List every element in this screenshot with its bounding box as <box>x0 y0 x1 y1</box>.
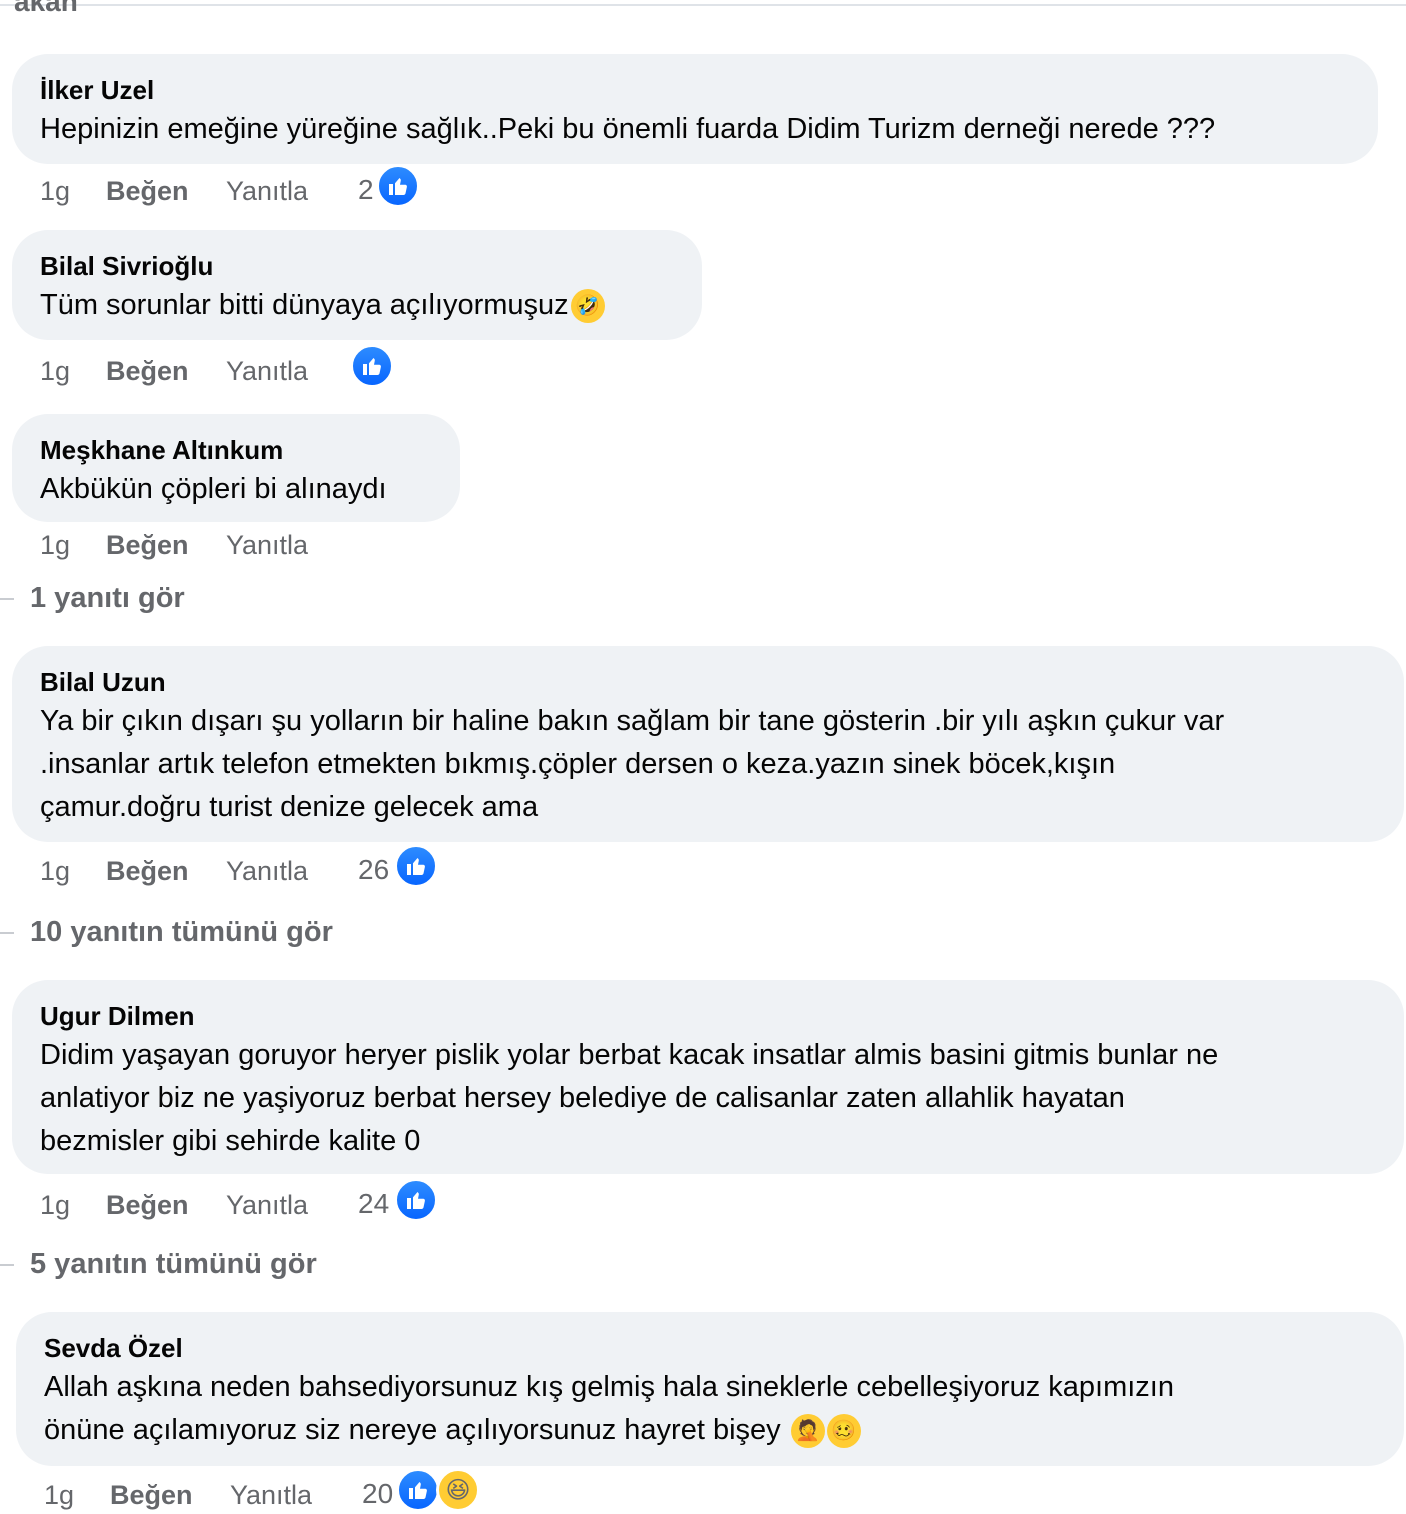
reaction-count[interactable]: 20 <box>362 1478 393 1510</box>
comment-text-line: bezmisler gibi sehirde kalite 0 <box>40 1125 421 1157</box>
comment-text-line: çamur.doğru turist denize gelecek ama <box>40 791 539 823</box>
like-button[interactable]: Beğen <box>106 1190 189 1221</box>
reaction-count[interactable]: 26 <box>358 854 389 886</box>
comment-text-line: Allah aşkına neden bahsediyorsunuz kış g… <box>44 1371 1174 1403</box>
comment-actions: 1g Beğen Yanıtla 24 <box>40 1178 460 1226</box>
comment-bubble: Meşkhane Altınkum Akbükün çöpleri bi alı… <box>12 414 460 522</box>
facepalm-emoji: 🤦 <box>790 1414 825 1449</box>
comment-actions: 1g Beğen Yanıtla 26 <box>40 844 460 892</box>
woozy-face-emoji: 🥴 <box>826 1414 861 1449</box>
thumbs-up-icon[interactable] <box>396 1468 440 1512</box>
comment-text: Hepinizin emeğine yüreğine sağlık..Peki … <box>40 113 1216 145</box>
reply-button[interactable]: Yanıtla <box>226 530 308 561</box>
comment-text-line: .insanlar artık telefon etmekten bıkmış.… <box>40 748 1116 780</box>
see-replies-label[interactable]: 5 yanıtın tümünü gör <box>30 1248 317 1280</box>
comment-bubble: Ugur Dilmen Didim yaşayan goruyor heryer… <box>12 980 1404 1174</box>
sort-label[interactable]: akan <box>14 0 78 18</box>
reply-thread-line <box>0 932 14 935</box>
comment-bubble: Bilal Uzun Ya bir çıkın dışarı şu yollar… <box>12 646 1404 842</box>
comment-text-line: anlatiyor biz ne yaşiyoruz berbat hersey… <box>40 1082 1125 1114</box>
comment-author[interactable]: Bilal Uzun <box>40 666 1376 698</box>
comment-time[interactable]: 1g <box>40 856 70 887</box>
reply-button[interactable]: Yanıtla <box>226 856 308 887</box>
comment-time[interactable]: 1g <box>44 1480 74 1511</box>
comment-actions: 1g Beğen Yanıtla <box>40 344 460 392</box>
reply-button[interactable]: Yanıtla <box>226 176 308 207</box>
see-replies-link[interactable]: 10 yanıtın tümünü gör <box>0 916 333 949</box>
comment-bubble: Bilal Sivrioğlu Tüm sorunlar bitti dünya… <box>12 230 702 340</box>
see-replies-label[interactable]: 10 yanıtın tümünü gör <box>30 916 333 948</box>
reply-thread-line <box>0 1264 14 1267</box>
comment-text-content: Tüm sorunlar bitti dünyaya açılıyormuşuz <box>40 289 569 321</box>
reply-button[interactable]: Yanıtla <box>226 356 308 387</box>
like-button[interactable]: Beğen <box>106 176 189 207</box>
comment-time[interactable]: 1g <box>40 176 70 207</box>
thumbs-up-icon[interactable] <box>394 1178 438 1222</box>
comment-author[interactable]: İlker Uzel <box>40 74 1350 106</box>
haha-icon[interactable]: 😆 <box>436 1468 480 1512</box>
comment-bubble: İlker Uzel Hepinizin emeğine yüreğine sa… <box>12 54 1378 164</box>
see-replies-label[interactable]: 1 yanıtı gör <box>30 582 185 614</box>
comment-text: Allah aşkına neden bahsediyorsunuz kış g… <box>44 1366 1376 1452</box>
see-replies-link[interactable]: 1 yanıtı gör <box>0 582 185 615</box>
comment-author[interactable]: Meşkhane Altınkum <box>40 434 432 466</box>
comment-time[interactable]: 1g <box>40 1190 70 1221</box>
reply-button[interactable]: Yanıtla <box>230 1480 312 1511</box>
comment-actions: 1g Beğen Yanıtla 20 😆 <box>44 1468 504 1514</box>
reply-thread-line <box>0 598 14 601</box>
reaction-count[interactable]: 2 <box>358 174 374 206</box>
see-replies-link[interactable]: 5 yanıtın tümünü gör <box>0 1248 317 1281</box>
like-button[interactable]: Beğen <box>110 1480 193 1511</box>
comment-actions: 1g Beğen Yanıtla 2 <box>40 164 460 212</box>
comment-text: Akbükün çöpleri bi alınaydı <box>40 473 387 505</box>
comment-text-line: önüne açılamıyoruz siz nereye açılıyorsu… <box>44 1414 781 1446</box>
comment-bubble: Sevda Özel Allah aşkına neden bahsediyor… <box>16 1312 1404 1466</box>
comment-text-line-wrap: önüne açılamıyoruz siz nereye açılıyorsu… <box>44 1409 1376 1452</box>
comment-text: Ya bir çıkın dışarı şu yolların bir hali… <box>40 700 1376 829</box>
top-sort-bar: akan <box>0 0 1406 17</box>
comment-text: Tüm sorunlar bitti dünyaya açılıyormuşuz… <box>40 284 674 327</box>
like-button[interactable]: Beğen <box>106 356 189 387</box>
comment-author[interactable]: Bilal Sivrioğlu <box>40 250 674 282</box>
rolling-laughing-emoji: 🤣 <box>570 289 605 324</box>
reply-button[interactable]: Yanıtla <box>226 1190 308 1221</box>
comment-author[interactable]: Ugur Dilmen <box>40 1000 1376 1032</box>
comment-text-line: Ya bir çıkın dışarı şu yolların bir hali… <box>40 705 1225 737</box>
comment-text: Didim yaşayan goruyor heryer pislik yola… <box>40 1034 1376 1163</box>
comment-actions: 1g Beğen Yanıtla <box>40 526 460 566</box>
comment-author[interactable]: Sevda Özel <box>44 1332 1376 1364</box>
thumbs-up-icon[interactable] <box>394 844 438 888</box>
comment-text-line: Didim yaşayan goruyor heryer pislik yola… <box>40 1039 1219 1071</box>
like-button[interactable]: Beğen <box>106 856 189 887</box>
comment-time[interactable]: 1g <box>40 356 70 387</box>
thumbs-up-icon[interactable] <box>350 344 394 388</box>
thumbs-up-icon[interactable] <box>376 164 420 208</box>
like-button[interactable]: Beğen <box>106 530 189 561</box>
comment-time[interactable]: 1g <box>40 530 70 561</box>
reaction-count[interactable]: 24 <box>358 1188 389 1220</box>
